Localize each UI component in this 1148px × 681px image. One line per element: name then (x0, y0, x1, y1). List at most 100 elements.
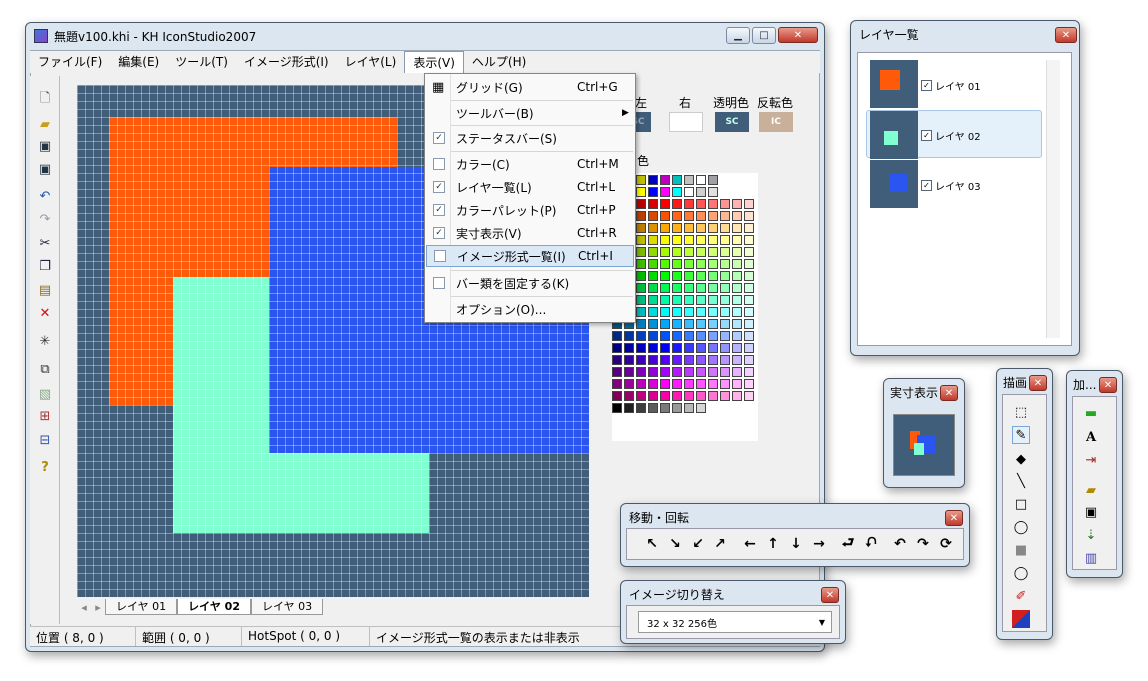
palette-swatch[interactable] (720, 259, 730, 269)
palette-swatch[interactable] (684, 367, 694, 377)
palette-swatch[interactable] (720, 343, 730, 353)
palette-swatch[interactable] (732, 283, 742, 293)
palette-swatch[interactable] (708, 355, 718, 365)
palette-swatch[interactable] (732, 199, 742, 209)
palette-swatch[interactable] (660, 391, 670, 401)
palette-swatch[interactable] (636, 355, 646, 365)
palette-swatch[interactable] (732, 247, 742, 257)
palette-swatch[interactable] (648, 379, 658, 389)
tab-layer-02[interactable]: レイヤ 02 (177, 599, 251, 615)
palette-swatch[interactable] (684, 331, 694, 341)
menu-item-layer-list[interactable]: ✓ レイヤ一覧(L) Ctrl+L (426, 176, 634, 198)
palette-swatch[interactable] (660, 199, 670, 209)
layer-03-row[interactable]: ✓ レイヤ 03 (921, 178, 981, 193)
palette-swatch[interactable] (660, 223, 670, 233)
palette-swatch[interactable] (660, 331, 670, 341)
palette-swatch[interactable] (732, 379, 742, 389)
palette-swatch[interactable] (648, 307, 658, 317)
palette-swatch[interactable] (636, 175, 646, 185)
move-down-left-icon[interactable]: ↙ (688, 534, 708, 554)
palette-swatch[interactable] (684, 343, 694, 353)
palette-swatch[interactable] (696, 175, 706, 185)
filled-rectangle-icon[interactable]: ■ (1012, 541, 1030, 559)
palette-swatch[interactable] (708, 331, 718, 341)
menu-file[interactable]: ファイル(F) (30, 51, 110, 73)
palette-swatch[interactable] (636, 295, 646, 305)
palette-swatch[interactable] (696, 295, 706, 305)
palette-swatch[interactable] (684, 271, 694, 281)
open-icon[interactable]: ▰ (37, 116, 53, 132)
palette-swatch[interactable] (672, 175, 682, 185)
palette-swatch[interactable] (636, 259, 646, 269)
pencil-icon[interactable]: ✎ (1012, 426, 1030, 444)
menu-item-color[interactable]: カラー(C) Ctrl+M (426, 153, 634, 175)
palette-swatch[interactable] (612, 379, 622, 389)
delete-icon[interactable]: ✕ (37, 305, 53, 321)
palette-swatch[interactable] (684, 283, 694, 293)
close-button[interactable]: ✕ (1029, 375, 1047, 391)
close-button[interactable]: ✕ (778, 27, 818, 43)
move-right-icon[interactable]: → (809, 534, 829, 554)
add-layer-icon[interactable]: ▬ (1082, 404, 1100, 422)
palette-swatch[interactable] (708, 391, 718, 401)
palette-swatch[interactable] (696, 199, 706, 209)
palette-swatch[interactable] (636, 319, 646, 329)
layer-02-row[interactable]: ✓ レイヤ 02 (921, 128, 981, 143)
palette-swatch[interactable] (684, 379, 694, 389)
palette-swatch[interactable] (648, 295, 658, 305)
palette-swatch[interactable] (744, 355, 754, 365)
palette-swatch[interactable] (660, 283, 670, 293)
palette-swatch[interactable] (684, 355, 694, 365)
palette-swatch[interactable] (744, 319, 754, 329)
palette-swatch[interactable] (648, 259, 658, 269)
palette-swatch[interactable] (636, 403, 646, 413)
menu-item-lock-bars[interactable]: バー類を固定する(K) (426, 272, 634, 294)
palette-swatch[interactable] (720, 331, 730, 341)
palette-swatch[interactable] (696, 367, 706, 377)
tab-layer-03[interactable]: レイヤ 03 (250, 599, 324, 615)
palette-swatch[interactable] (708, 235, 718, 245)
fill-bucket-icon[interactable]: ◆ (1012, 450, 1030, 468)
line-icon[interactable]: ╲ (1012, 472, 1030, 490)
save-as-icon[interactable]: ▣ (37, 161, 53, 177)
palette-swatch[interactable] (672, 211, 682, 221)
palette-swatch[interactable] (720, 211, 730, 221)
palette-swatch[interactable] (624, 391, 634, 401)
palette-swatch[interactable] (660, 187, 670, 197)
close-button[interactable]: ✕ (821, 587, 839, 603)
palette-swatch[interactable] (624, 343, 634, 353)
palette-swatch[interactable] (624, 355, 634, 365)
palette-swatch[interactable] (648, 391, 658, 401)
palette-swatch[interactable] (708, 247, 718, 257)
palette-swatch[interactable] (696, 391, 706, 401)
palette-swatch[interactable] (720, 235, 730, 245)
palette-swatch[interactable] (648, 343, 658, 353)
menu-item-actual-size[interactable]: ✓ 実寸表示(V) Ctrl+R (426, 222, 634, 244)
palette-swatch[interactable] (648, 199, 658, 209)
palette-swatch[interactable] (720, 379, 730, 389)
palette-swatch[interactable] (720, 307, 730, 317)
palette-swatch[interactable] (660, 343, 670, 353)
palette-swatch[interactable] (672, 343, 682, 353)
flip-horizontal-icon[interactable]: ⮐ (838, 534, 858, 554)
palette-swatch[interactable] (636, 307, 646, 317)
inverse-color-swatch[interactable]: IC (759, 112, 793, 132)
palette-swatch[interactable] (696, 307, 706, 317)
palette-swatch[interactable] (612, 391, 622, 401)
palette-swatch[interactable] (696, 379, 706, 389)
move-down-icon[interactable]: ↓ (786, 534, 806, 554)
palette-swatch[interactable] (636, 343, 646, 353)
palette-swatch[interactable] (672, 379, 682, 389)
palette-swatch[interactable] (660, 307, 670, 317)
palette-swatch[interactable] (684, 223, 694, 233)
palette-swatch[interactable] (684, 199, 694, 209)
copy-icon[interactable]: ❐ (37, 258, 53, 274)
palette-swatch[interactable] (648, 211, 658, 221)
palette-swatch[interactable] (720, 391, 730, 401)
palette-swatch[interactable] (660, 367, 670, 377)
move-up-right-icon[interactable]: ↗ (710, 534, 730, 554)
palette-swatch[interactable] (672, 295, 682, 305)
ellipse-icon[interactable]: ◯ (1012, 518, 1030, 536)
palette-swatch[interactable] (708, 319, 718, 329)
import-icon[interactable]: ⊞ (37, 408, 53, 424)
